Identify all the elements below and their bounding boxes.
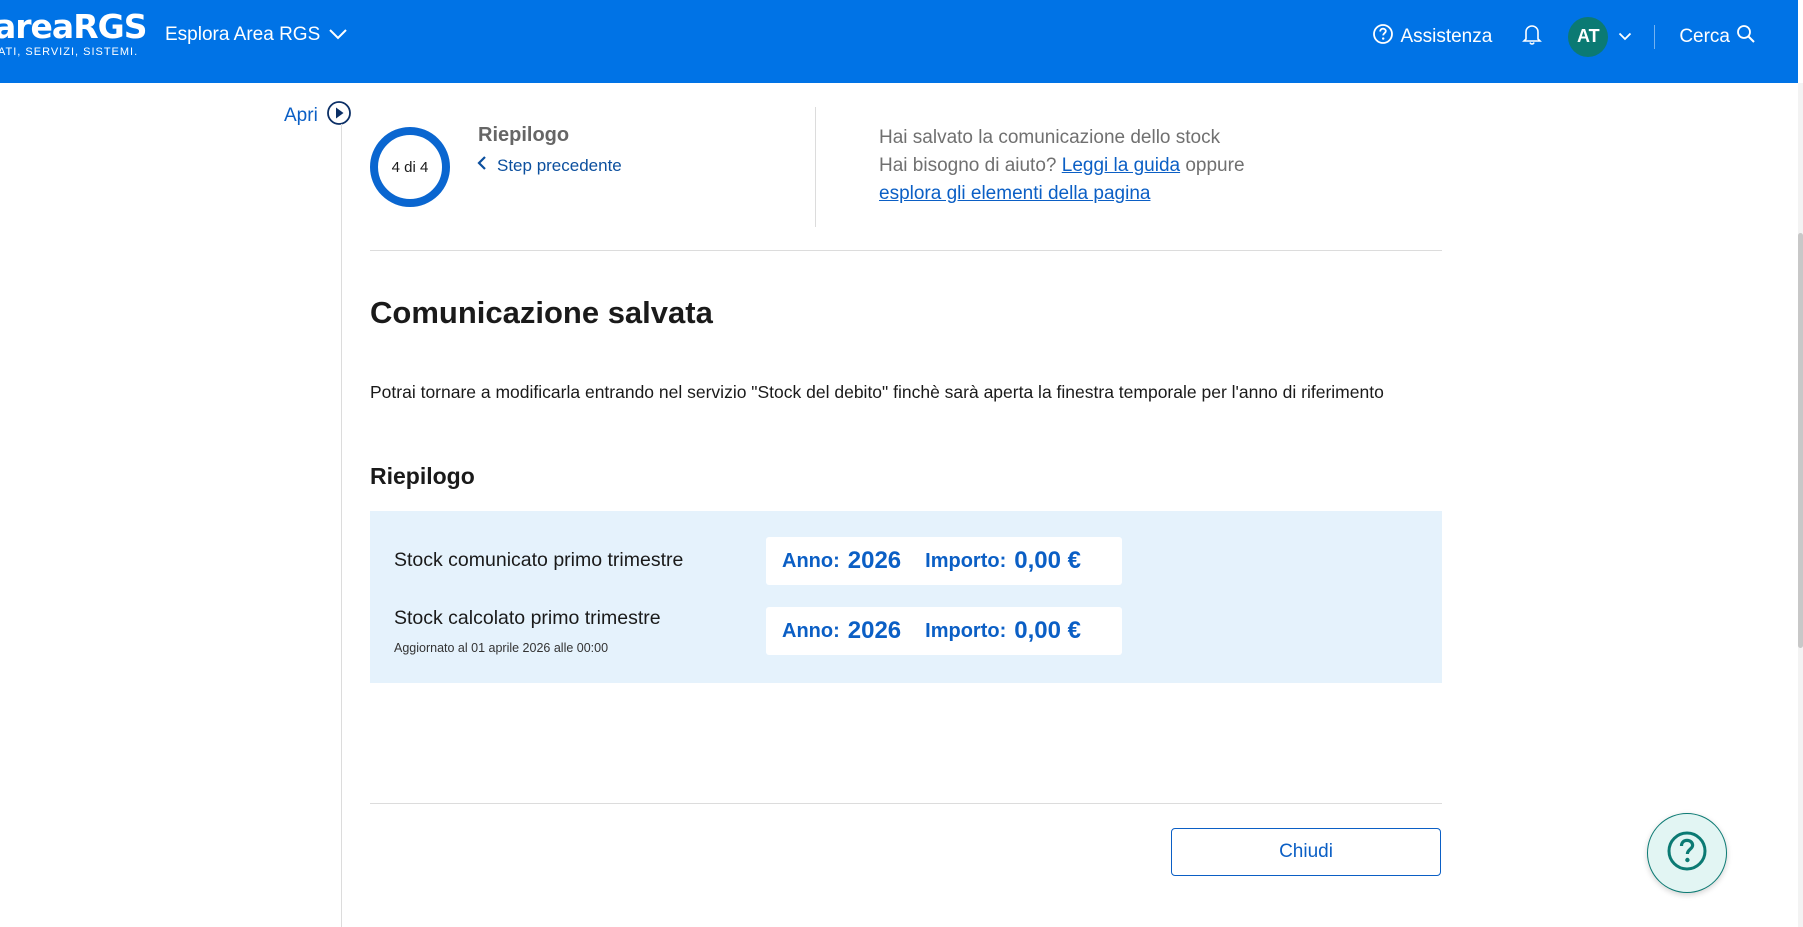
previous-step-link[interactable]: Step precedente [477,155,622,176]
header-separator [370,250,1442,251]
header-divider [1654,24,1656,49]
avatar-initials: AT [1576,26,1600,46]
step-progress-text: 4 di 4 [391,158,429,176]
year-value: 2026 [847,547,902,574]
assistance-link[interactable]: Assistenza [1372,23,1492,51]
summary-row-label: Stock calcolato primo trimestre [394,607,661,629]
amount-key: Importo: [925,619,1007,642]
explore-page-elements-link[interactable]: esplora gli elementi della pagina [879,183,1150,204]
search-icon [1736,24,1756,50]
explore-label: Esplora Area RGS [165,24,321,45]
explore-area-rgs-menu[interactable]: Esplora Area RGS [165,24,348,46]
header-actions: Assistenza AT Cerca [1372,14,1756,59]
chevron-down-icon [1618,28,1632,46]
question-icon [1665,829,1709,878]
year-value: 2026 [847,617,902,644]
year-key: Anno: [782,549,840,572]
chevron-down-icon [328,24,348,46]
notifications-button[interactable] [1522,23,1543,50]
summary-value-box: Anno: 2026 Importo: 0,00 € [766,607,1122,655]
assistance-label: Assistenza [1400,25,1493,47]
footer-separator [370,803,1442,804]
step-progress-indicator: 4 di 4 [370,127,450,207]
page-scrollbar-thumb[interactable] [1798,233,1803,648]
question-circle-icon [1372,23,1394,51]
year-key: Anno: [782,619,840,642]
page-title: Comunicazione salvata [370,295,713,330]
summary-row-label: Stock comunicato primo trimestre [394,549,684,571]
help-prefix: Hai bisogno di aiuto? [879,155,1057,176]
bell-icon [1522,23,1543,50]
read-guide-link[interactable]: Leggi la guida [1062,155,1180,176]
summary-title: Riepilogo [370,463,475,489]
chevron-left-icon [477,155,487,176]
help-line: Hai bisogno di aiuto? Leggi la guida opp… [879,152,1245,180]
summary-panel: Stock comunicato primo trimestre Anno: 2… [370,511,1442,683]
summary-row-updated: Aggiornato al 01 aprile 2026 alle 00:00 [394,641,609,655]
user-menu-toggle[interactable] [1618,28,1632,46]
play-circle-icon [326,100,352,132]
explore-line: esplora gli elementi della pagina [879,180,1245,208]
help-info: Hai salvato la comunicazione dello stock… [879,124,1245,208]
summary-value-box: Anno: 2026 Importo: 0,00 € [766,537,1122,585]
search-button[interactable]: Cerca [1679,24,1756,50]
amount-value: 0,00 € [1014,617,1081,644]
logo-tagline: ATI, SERVIZI, SISTEMI. [0,46,139,58]
close-button[interactable]: Chiudi [1171,828,1441,876]
help-suffix: oppure [1185,155,1245,176]
saved-message: Hai salvato la comunicazione dello stock [879,127,1221,148]
search-label: Cerca [1679,25,1730,47]
amount-key: Importo: [925,549,1007,572]
step-title: Riepilogo [478,124,570,146]
top-bar: areaRGS ATI, SERVIZI, SISTEMI. Esplora A… [0,0,1798,83]
user-avatar[interactable]: AT [1568,16,1609,57]
open-sidebar-label: Apri [284,105,318,126]
sidebar-divider [341,124,342,927]
help-fab-button[interactable] [1647,813,1727,893]
amount-value: 0,00 € [1014,547,1081,574]
logo-wordmark: areaRGS [0,7,147,46]
area-rgs-logo[interactable]: areaRGS ATI, SERVIZI, SISTEMI. [0,7,147,59]
step-header-divider [815,107,816,227]
previous-step-label: Step precedente [497,155,622,175]
page-description: Potrai tornare a modificarla entrando ne… [370,382,1384,402]
